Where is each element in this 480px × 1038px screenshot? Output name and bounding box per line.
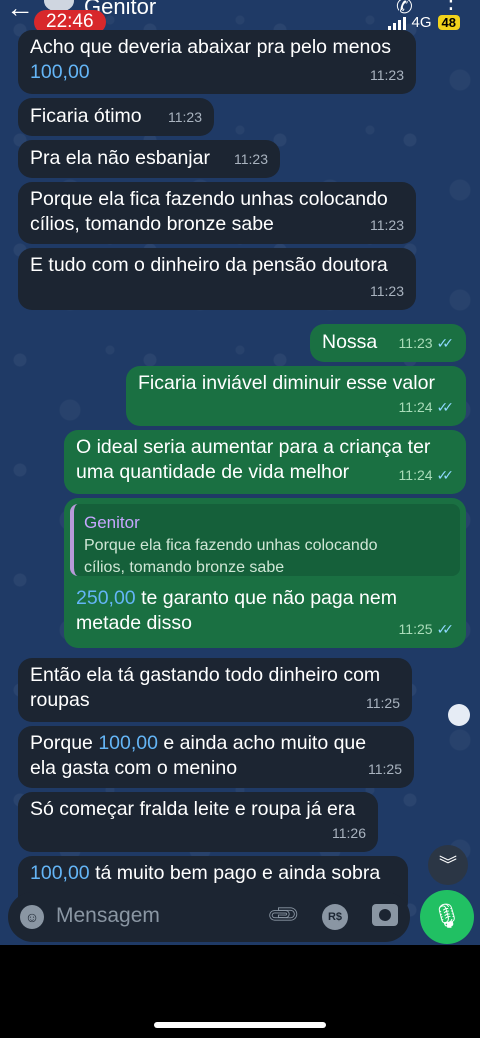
- quoted-message[interactable]: Genitor Porque ela fica fazendo unhas co…: [70, 504, 460, 576]
- message-incoming[interactable]: Só começar fralda leite e roupa já era 1…: [18, 792, 378, 852]
- message-time: 11:23 ✓✓: [399, 331, 455, 356]
- message-incoming[interactable]: Pra ela não esbanjar 11:23: [18, 140, 280, 178]
- message-text: Porque ela fica fazendo unhas colocando: [30, 188, 388, 210]
- message-amount[interactable]: 100,00: [30, 862, 90, 884]
- quote-author: Genitor: [84, 513, 140, 532]
- top-bar: ← Genitor 22:46 ✆ 4G 48 ⋮: [0, 0, 480, 34]
- message-text: Só começar fralda leite e roupa já era: [30, 798, 356, 820]
- read-check-icon: ✓✓: [436, 467, 455, 483]
- money-icon[interactable]: R$: [322, 904, 348, 930]
- message-incoming[interactable]: E tudo com o dinheiro da pensão doutora …: [18, 248, 416, 310]
- message-time: 11:23: [234, 151, 268, 167]
- message-incoming[interactable]: Acho que deveria abaixar pra pelo menos …: [18, 30, 416, 94]
- home-indicator[interactable]: [154, 1022, 326, 1028]
- message-time: 11:23: [370, 67, 404, 83]
- emoji-icon[interactable]: ☺: [20, 905, 44, 929]
- message-amount[interactable]: 100,00: [98, 732, 158, 754]
- arrow-left-icon[interactable]: ←: [6, 0, 34, 22]
- quote-text: Porque ela fica fazendo unhas colocando: [84, 537, 378, 554]
- read-check-icon: ✓✓: [436, 399, 455, 415]
- chat-background: ← Genitor 22:46 ✆ 4G 48 ⋮ Acho que dever…: [0, 0, 480, 945]
- message-text: Pra ela não esbanjar: [30, 147, 210, 169]
- more-vertical-icon[interactable]: ⋮: [440, 0, 462, 12]
- network-type: 4G: [411, 14, 432, 31]
- message-text: tá muito bem pago e ainda sobra: [89, 862, 381, 884]
- message-outgoing[interactable]: Ficaria inviável diminuir esse valor 11:…: [126, 366, 466, 426]
- message-text: Então ela tá gastando todo dinheiro com: [30, 664, 381, 686]
- message-time: 11:23: [370, 283, 404, 299]
- message-text: te garanto que não paga nem: [135, 587, 397, 609]
- microphone-icon[interactable]: 🎙︎: [420, 890, 474, 944]
- message-outgoing-reply[interactable]: Genitor Porque ela fica fazendo unhas co…: [64, 498, 466, 648]
- message-text: Porque: [30, 732, 99, 754]
- message-time: 11:24 ✓✓: [399, 395, 455, 420]
- message-input[interactable]: Mensagem: [56, 904, 160, 928]
- signal-icon: [387, 16, 406, 30]
- message-text: e ainda acho muito que: [157, 732, 367, 754]
- message-time: 11:23: [168, 109, 202, 125]
- paperclip-icon[interactable]: 📎︎: [265, 896, 303, 934]
- camera-icon[interactable]: [372, 904, 398, 926]
- read-check-icon: ✓✓: [436, 621, 455, 637]
- message-time: 11:26: [332, 825, 366, 841]
- quote-text: cílios, tomando bronze sabe: [84, 559, 285, 576]
- message-time: 11:25: [368, 761, 402, 777]
- message-incoming[interactable]: Ficaria ótimo 11:23: [18, 98, 214, 136]
- message-text: Acho que deveria abaixar pra pelo menos: [30, 36, 391, 58]
- message-time: 11:23: [370, 217, 404, 233]
- message-time: 11:25 ✓✓: [399, 617, 455, 642]
- message-input-bar[interactable]: ☺ Mensagem 📎︎ R$: [8, 892, 410, 942]
- message-outgoing[interactable]: O ideal seria aumentar para a criança te…: [64, 430, 466, 494]
- message-incoming[interactable]: Porque 100,00 e ainda acho muito que ela…: [18, 726, 414, 788]
- message-text: ela gasta com o menino: [30, 757, 238, 779]
- scroll-thumb[interactable]: [448, 704, 470, 726]
- message-text: roupas: [30, 689, 90, 711]
- message-text: cílios, tomando bronze sabe: [30, 213, 274, 235]
- message-time: 11:24 ✓✓: [399, 463, 455, 488]
- status-indicators: 4G 48: [387, 14, 460, 31]
- message-text: Ficaria inviável diminuir esse valor: [138, 372, 435, 394]
- message-outgoing[interactable]: Nossa 11:23 ✓✓: [310, 324, 466, 362]
- message-amount[interactable]: 100,00: [30, 60, 404, 85]
- message-time: 11:25: [366, 695, 400, 711]
- message-amount[interactable]: 250,00: [76, 587, 136, 609]
- message-incoming[interactable]: Porque ela fica fazendo unhas colocando …: [18, 182, 416, 244]
- chevron-double-down-icon[interactable]: ︾: [428, 845, 468, 885]
- message-incoming[interactable]: Então ela tá gastando todo dinheiro com …: [18, 658, 412, 722]
- read-check-icon: ✓✓: [436, 335, 455, 351]
- message-text: E tudo com o dinheiro da pensão doutora: [30, 254, 388, 276]
- battery-level: 48: [437, 15, 460, 30]
- message-text: O ideal seria aumentar para a criança te…: [76, 436, 431, 458]
- message-text: uma quantidade de vida melhor: [76, 461, 350, 483]
